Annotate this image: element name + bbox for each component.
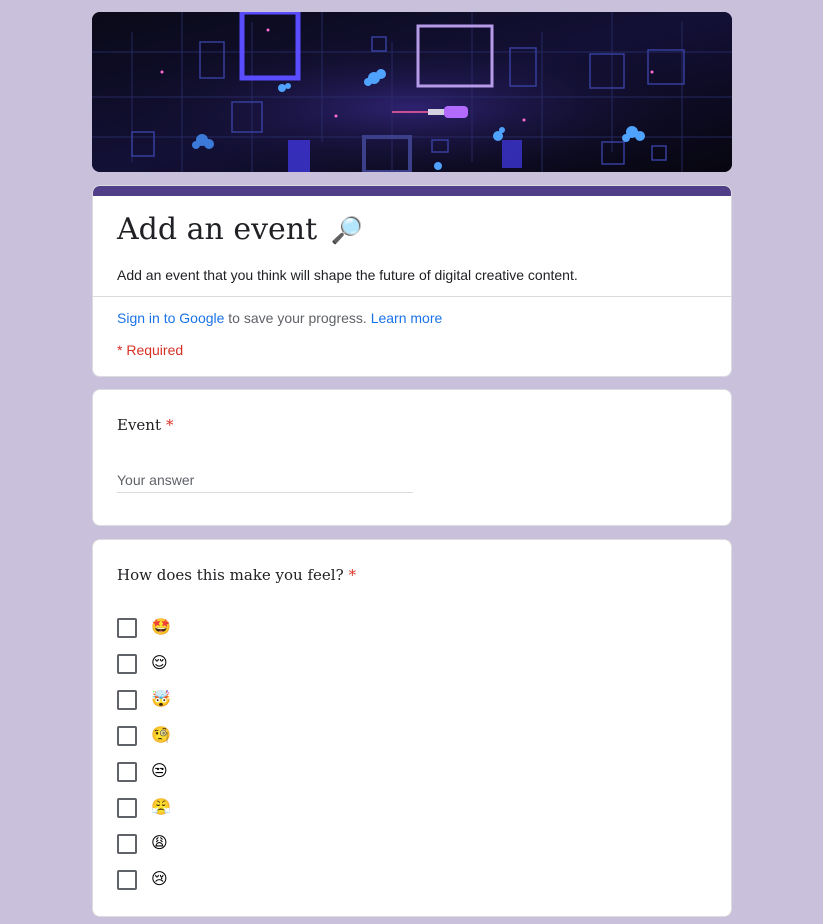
steam-from-nose-emoji-icon: 😤 <box>151 799 171 816</box>
signin-prompt: Sign in to Google to save your progress.… <box>117 308 442 328</box>
form-header-card: Add an event 🔎 Add an event that you thi… <box>92 185 732 377</box>
form-title: Add an event 🔎 <box>117 210 363 251</box>
required-asterisk: * <box>348 566 357 584</box>
question-title-text: How does this make you feel? <box>117 566 344 584</box>
question-title: Event * <box>117 414 174 436</box>
weary-face-emoji-icon: 😩 <box>151 835 168 852</box>
magnifier-icon: 🔎 <box>330 216 364 246</box>
monocle-face-emoji-icon: 🧐 <box>151 727 171 744</box>
question-title-text: Event <box>117 416 161 434</box>
required-asterisk: * <box>166 416 174 434</box>
feeling-option[interactable]: 🤩 <box>117 610 171 646</box>
feeling-option[interactable]: 😤 <box>117 790 171 826</box>
feeling-option[interactable]: 😌 <box>117 646 171 682</box>
question-card-event: Event * <box>92 389 732 526</box>
question-title: How does this make you feel? * <box>117 564 356 586</box>
form-description: Add an event that you think will shape t… <box>117 267 578 283</box>
checkbox[interactable] <box>117 618 137 638</box>
feeling-option[interactable]: 😩 <box>117 826 171 862</box>
checkbox[interactable] <box>117 762 137 782</box>
header-banner-image <box>92 12 732 172</box>
header-divider <box>93 296 731 297</box>
feeling-option[interactable]: 😒 <box>117 754 171 790</box>
unamused-face-emoji-icon: 😒 <box>151 763 168 780</box>
feeling-option[interactable]: 😢 <box>117 862 171 898</box>
required-note: * Required <box>117 342 184 358</box>
signin-prompt-text: to save your progress. <box>224 310 371 326</box>
header-accent-bar <box>93 186 731 196</box>
form-title-text: Add an event <box>117 212 318 247</box>
checkbox[interactable] <box>117 834 137 854</box>
relieved-face-emoji-icon: 😌 <box>151 655 168 672</box>
checkbox[interactable] <box>117 654 137 674</box>
checkbox[interactable] <box>117 726 137 746</box>
form-page: Add an event 🔎 Add an event that you thi… <box>0 0 823 924</box>
checkbox[interactable] <box>117 798 137 818</box>
checkbox[interactable] <box>117 690 137 710</box>
question-card-feeling: How does this make you feel?* 🤩 😌 🤯 🧐 😒 <box>92 539 732 917</box>
learn-more-link[interactable]: Learn more <box>371 310 443 326</box>
circuit-banner-graphic <box>92 12 732 172</box>
crying-face-emoji-icon: 😢 <box>151 871 168 888</box>
event-answer-input[interactable] <box>117 468 413 493</box>
checkbox[interactable] <box>117 870 137 890</box>
star-struck-emoji-icon: 🤩 <box>151 619 171 636</box>
feeling-option[interactable]: 🤯 <box>117 682 171 718</box>
feeling-option[interactable]: 🧐 <box>117 718 171 754</box>
sign-in-link[interactable]: Sign in to Google <box>117 310 224 326</box>
exploding-head-emoji-icon: 🤯 <box>151 691 171 708</box>
feeling-options-list: 🤩 😌 🤯 🧐 😒 😤 😩 😢 <box>117 610 171 898</box>
